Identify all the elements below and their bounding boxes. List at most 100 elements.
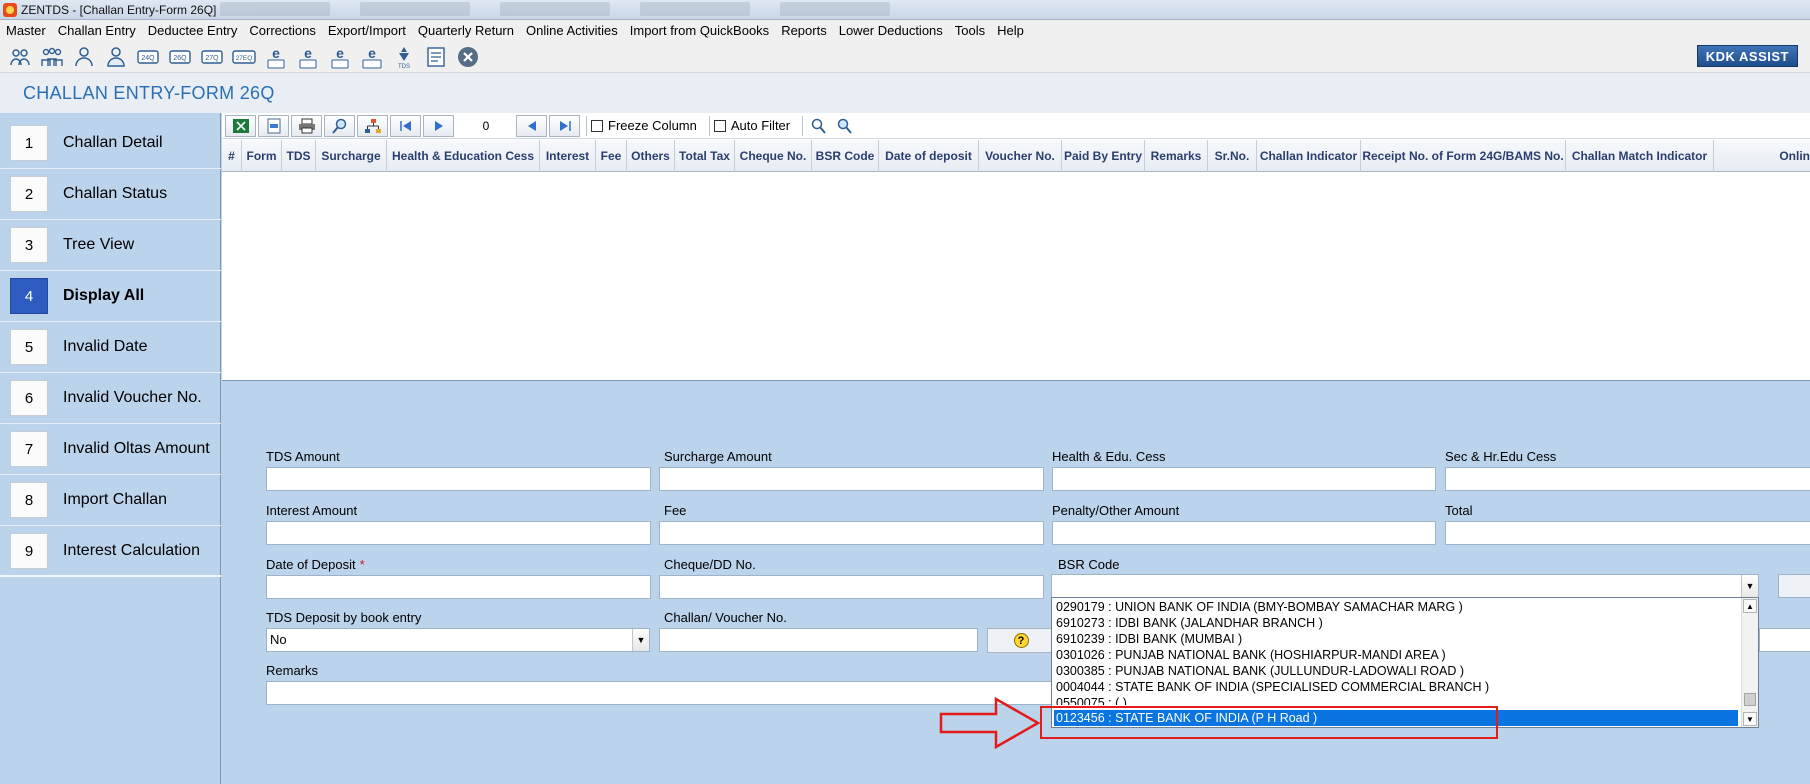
zoom-out-icon[interactable]: [833, 115, 857, 137]
chevron-down-icon[interactable]: ▼: [1741, 575, 1758, 597]
column-header[interactable]: #: [222, 140, 242, 172]
sidebar-item-invalid-oltas[interactable]: 7 Invalid Oltas Amount: [0, 424, 221, 475]
bsr-option[interactable]: 6910239 : IDBI BANK (MUMBAI ): [1054, 631, 1738, 647]
menu-online-activities[interactable]: Online Activities: [526, 23, 618, 38]
users-icon[interactable]: [6, 44, 33, 70]
last-record-icon[interactable]: [549, 114, 580, 137]
column-header[interactable]: Others: [627, 140, 675, 172]
search-icon[interactable]: [324, 114, 355, 137]
sidebar-item-challan-status[interactable]: 2 Challan Status: [0, 169, 221, 220]
column-header[interactable]: Challan Match Indicator: [1566, 140, 1714, 172]
column-header[interactable]: Challan Indicator: [1257, 140, 1361, 172]
e-26q-icon[interactable]: e: [294, 44, 321, 70]
pdf-export-icon[interactable]: [258, 114, 289, 137]
form-27q-icon[interactable]: 27Q: [198, 44, 225, 70]
menu-corrections[interactable]: Corrections: [249, 23, 315, 38]
menu-export-import[interactable]: Export/Import: [328, 23, 406, 38]
column-header[interactable]: Receipt No. of Form 24G/BAMS No.: [1361, 140, 1566, 172]
column-header[interactable]: Interest: [540, 140, 596, 172]
surcharge-amount-input[interactable]: [659, 467, 1044, 491]
column-header[interactable]: TDS: [282, 140, 316, 172]
first-record-icon[interactable]: [390, 114, 421, 137]
print-icon[interactable]: [291, 114, 322, 137]
sec-hr-edu-cess-input[interactable]: [1445, 467, 1810, 491]
document-icon[interactable]: [422, 44, 449, 70]
extra-field[interactable]: [1759, 628, 1810, 652]
close-icon[interactable]: [454, 44, 481, 70]
fee-input[interactable]: [659, 521, 1044, 545]
bsr-code-combo[interactable]: ▼: [1051, 574, 1759, 598]
tds-book-entry-select[interactable]: No ▼: [266, 628, 650, 652]
scroll-up-icon[interactable]: ▲: [1743, 599, 1757, 613]
menu-lower-deductions[interactable]: Lower Deductions: [839, 23, 943, 38]
menu-deductee-entry[interactable]: Deductee Entry: [148, 23, 238, 38]
column-header[interactable]: Date of deposit: [879, 140, 979, 172]
e-27q-icon[interactable]: e: [326, 44, 353, 70]
zoom-in-icon[interactable]: [807, 115, 831, 137]
e-24q-icon[interactable]: e: [262, 44, 289, 70]
column-header[interactable]: Sr.No.: [1208, 140, 1257, 172]
column-header[interactable]: Total Tax: [675, 140, 735, 172]
help-button[interactable]: ?: [987, 628, 1055, 653]
column-header[interactable]: BSR Code: [812, 140, 879, 172]
sidebar-item-tree-view[interactable]: 3 Tree View: [0, 220, 221, 271]
group-icon[interactable]: [38, 44, 65, 70]
checkbox-box[interactable]: [713, 119, 726, 132]
menu-tools[interactable]: Tools: [955, 23, 985, 38]
bsr-option[interactable]: 0300385 : PUNJAB NATIONAL BANK (JULLUNDU…: [1054, 663, 1738, 679]
sidebar-item-invalid-voucher[interactable]: 6 Invalid Voucher No.: [0, 373, 221, 424]
column-header[interactable]: Form: [242, 140, 282, 172]
penalty-other-input[interactable]: [1052, 521, 1436, 545]
bsr-option[interactable]: 0290179 : UNION BANK OF INDIA (BMY-BOMBA…: [1054, 599, 1738, 615]
challan-voucher-input[interactable]: [659, 628, 978, 652]
column-header[interactable]: Surcharge: [316, 140, 387, 172]
column-header[interactable]: Voucher No.: [979, 140, 1062, 172]
auto-filter-checkbox[interactable]: Auto Filter: [713, 118, 790, 133]
sidebar-item-challan-detail[interactable]: 1 Challan Detail: [0, 118, 221, 169]
menu-help[interactable]: Help: [997, 23, 1024, 38]
next-record-icon[interactable]: [423, 114, 454, 137]
form-26q-icon[interactable]: 26Q: [166, 44, 193, 70]
scroll-thumb[interactable]: [1744, 693, 1756, 706]
bsr-side-field[interactable]: [1778, 574, 1810, 598]
menu-challan-entry[interactable]: Challan Entry: [58, 23, 136, 38]
sidebar-item-invalid-date[interactable]: 5 Invalid Date: [0, 322, 221, 373]
tds-icon[interactable]: TDS: [390, 44, 417, 70]
column-header[interactable]: Onlin: [1714, 140, 1810, 172]
menu-import-quickbooks[interactable]: Import from QuickBooks: [630, 23, 769, 38]
menu-master[interactable]: Master: [6, 23, 46, 38]
column-header[interactable]: Remarks: [1145, 140, 1208, 172]
previous-record-icon[interactable]: [516, 114, 547, 137]
remarks-input[interactable]: [266, 681, 1052, 705]
e-27eq-icon[interactable]: e: [358, 44, 385, 70]
menu-quarterly-return[interactable]: Quarterly Return: [418, 23, 514, 38]
health-edu-cess-input[interactable]: [1052, 467, 1436, 491]
sidebar-item-display-all[interactable]: 4 Display All: [0, 271, 221, 322]
person-icon[interactable]: [102, 44, 129, 70]
kdk-assist-button[interactable]: KDK ASSIST: [1696, 45, 1798, 67]
column-header[interactable]: Cheque No.: [735, 140, 812, 172]
form-27eq-icon[interactable]: 27EQ: [230, 44, 257, 70]
scroll-down-icon[interactable]: ▼: [1743, 712, 1757, 726]
hierarchy-icon[interactable]: [357, 114, 388, 137]
excel-export-icon[interactable]: [225, 114, 256, 137]
chevron-down-icon[interactable]: ▼: [632, 629, 649, 651]
column-header[interactable]: Fee: [596, 140, 627, 172]
cheque-dd-input[interactable]: [659, 575, 1044, 599]
bsr-option[interactable]: 0301026 : PUNJAB NATIONAL BANK (HOSHIARP…: [1054, 647, 1738, 663]
interest-amount-input[interactable]: [266, 521, 651, 545]
menu-reports[interactable]: Reports: [781, 23, 827, 38]
bsr-scrollbar[interactable]: ▲ ▼: [1741, 598, 1758, 727]
column-header[interactable]: Health & Education Cess: [387, 140, 540, 172]
column-header[interactable]: Paid By Entry: [1062, 140, 1145, 172]
total-input[interactable]: [1445, 521, 1810, 545]
bsr-option[interactable]: 0550075 : ( ): [1054, 695, 1738, 705]
freeze-column-checkbox[interactable]: Freeze Column: [591, 118, 697, 133]
tds-amount-input[interactable]: [266, 467, 651, 491]
sidebar-item-interest-calculation[interactable]: 9 Interest Calculation: [0, 526, 221, 577]
bsr-option[interactable]: 6910273 : IDBI BANK (JALANDHAR BRANCH ): [1054, 615, 1738, 631]
checkbox-box[interactable]: [591, 119, 603, 132]
date-of-deposit-input[interactable]: [266, 575, 651, 599]
deductee-icon[interactable]: [70, 44, 97, 70]
sidebar-item-import-challan[interactable]: 8 Import Challan: [0, 475, 221, 526]
